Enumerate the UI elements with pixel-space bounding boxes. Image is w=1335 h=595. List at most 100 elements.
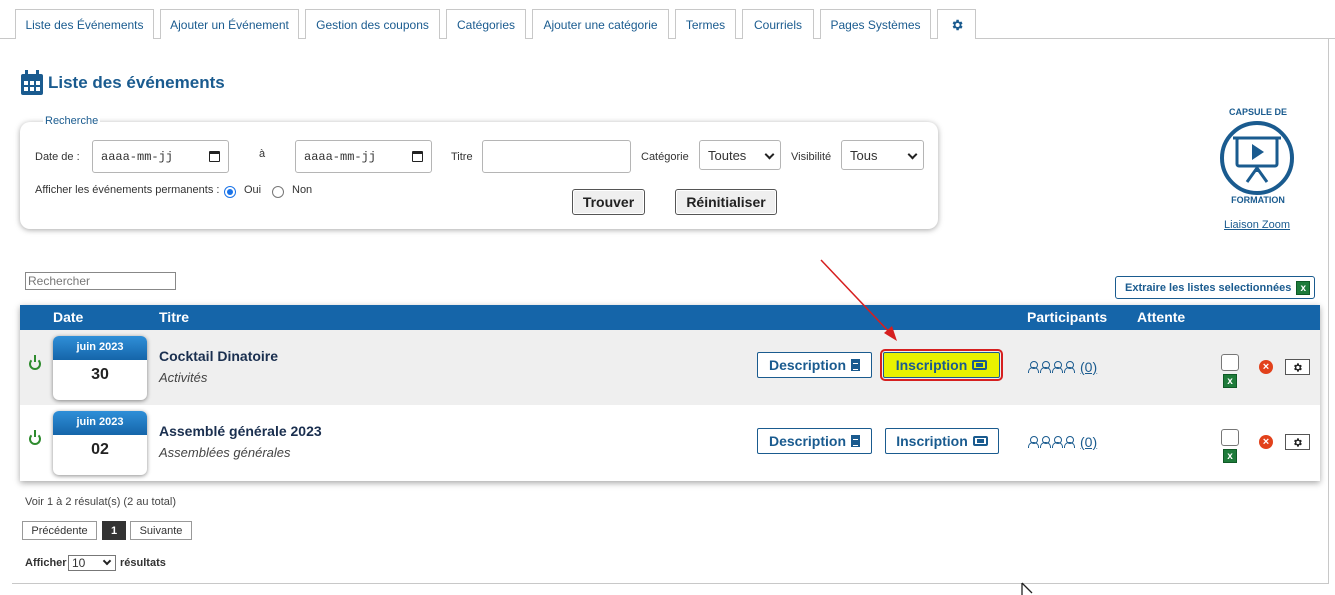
description-button[interactable]: Description xyxy=(757,352,872,378)
chevron-down-icon xyxy=(764,149,775,160)
show-label: Afficher xyxy=(25,557,67,569)
power-icon[interactable] xyxy=(29,355,41,370)
chevron-down-icon xyxy=(102,556,112,566)
excel-icon: x xyxy=(1296,280,1311,295)
gear-icon xyxy=(1294,437,1302,447)
date-badge: juin 2023 30 xyxy=(53,336,147,400)
settings-button[interactable] xyxy=(1285,359,1310,375)
top-tab-bar: Liste des Événements Ajouter un Événemen… xyxy=(0,0,1335,39)
delete-icon[interactable]: × xyxy=(1259,435,1273,449)
date-to-input[interactable]: aaaa-mm-jj xyxy=(295,140,432,173)
document-icon xyxy=(851,435,860,447)
select-checkbox[interactable] xyxy=(1221,354,1239,371)
calendar-picker-icon[interactable] xyxy=(209,151,220,162)
tab-add-event[interactable]: Ajouter un Événement xyxy=(160,9,299,39)
header-date: Date xyxy=(53,309,84,325)
reset-button[interactable]: Réinitialiser xyxy=(675,189,777,215)
tab-add-category[interactable]: Ajouter une catégorie xyxy=(532,9,669,39)
document-icon xyxy=(851,359,860,371)
person-icon xyxy=(1052,436,1063,448)
date-month: juin 2023 xyxy=(53,411,147,435)
permanent-label: Afficher les événements permanents : xyxy=(35,184,220,196)
calendar-icon xyxy=(21,70,43,95)
training-logo-icon xyxy=(1220,121,1294,195)
date-day: 30 xyxy=(91,366,109,383)
list-search-input[interactable]: Rechercher xyxy=(25,272,176,290)
table-header: Date Titre Participants Attente xyxy=(20,305,1320,330)
inscription-button[interactable]: Inscription xyxy=(880,349,1003,381)
permanent-no-label: Non xyxy=(292,184,313,196)
power-icon[interactable] xyxy=(29,430,41,445)
tab-coupons[interactable]: Gestion des coupons xyxy=(305,9,440,39)
tab-terms[interactable]: Termes xyxy=(675,9,736,39)
person-icon xyxy=(1040,361,1051,373)
results-info: Voir 1 à 2 résulat(s) (2 au total) xyxy=(25,496,177,508)
person-icon xyxy=(1064,436,1075,448)
tab-categories[interactable]: Catégories xyxy=(446,9,526,39)
gear-icon xyxy=(952,19,963,30)
table-row: juin 2023 02 Assemblé générale 2023 Asse… xyxy=(20,405,1320,480)
next-page-button[interactable]: Suivante xyxy=(130,521,192,540)
ticket-icon xyxy=(972,436,988,446)
settings-button[interactable] xyxy=(1285,434,1310,450)
person-icon xyxy=(1064,361,1075,373)
page-title-text: Liste des événements xyxy=(48,73,225,92)
tab-emails[interactable]: Courriels xyxy=(742,9,814,39)
show-suffix: résultats xyxy=(120,557,166,569)
person-icon xyxy=(1028,361,1039,373)
prev-page-button[interactable]: Précédente xyxy=(22,521,97,540)
header-title: Titre xyxy=(159,309,190,325)
tab-event-list[interactable]: Liste des Événements xyxy=(15,9,154,39)
calendar-picker-icon[interactable] xyxy=(412,151,423,162)
excel-icon[interactable]: x xyxy=(1223,374,1237,388)
page-size-select[interactable]: 10 xyxy=(68,555,116,571)
category-label: Catégorie xyxy=(641,151,689,163)
search-legend: Recherche xyxy=(43,115,101,127)
visibility-label: Visibilité xyxy=(791,151,832,163)
zoom-link[interactable]: Liaison Zoom xyxy=(1224,219,1290,231)
header-waiting: Attente xyxy=(1137,309,1186,325)
chevron-down-icon xyxy=(907,149,918,160)
select-checkbox[interactable] xyxy=(1221,429,1239,446)
participants-link[interactable]: (0) xyxy=(1028,434,1097,450)
inscription-button[interactable]: Inscription xyxy=(885,428,999,454)
person-icon xyxy=(1028,436,1039,448)
description-button[interactable]: Description xyxy=(757,428,872,454)
visibility-select[interactable]: Tous xyxy=(841,140,924,170)
person-icon xyxy=(1040,436,1051,448)
date-month: juin 2023 xyxy=(53,336,147,360)
find-button[interactable]: Trouver xyxy=(572,189,645,215)
event-category: Activités xyxy=(159,370,208,385)
permanent-yes-label: Oui xyxy=(244,184,262,196)
person-icon xyxy=(1052,361,1063,373)
export-lists-button[interactable]: Extraire les listes selectionnées x xyxy=(1115,276,1315,299)
event-category: Assemblées générales xyxy=(159,445,291,460)
event-title[interactable]: Cocktail Dinatoire xyxy=(159,348,278,364)
participants-link[interactable]: (0) xyxy=(1028,359,1097,375)
ticket-icon xyxy=(972,360,988,370)
tab-settings[interactable] xyxy=(937,9,976,39)
search-panel: Recherche Date de : aaaa-mm-jj à aaaa-mm… xyxy=(20,115,938,229)
table-row: juin 2023 30 Cocktail Dinatoire Activité… xyxy=(20,330,1320,405)
events-table: Date Titre Participants Attente juin 202… xyxy=(20,305,1320,481)
title-label: Titre xyxy=(451,151,473,163)
page-title: Liste des événements xyxy=(20,70,225,96)
current-page-button[interactable]: 1 xyxy=(102,521,126,540)
logo-top-text: CAPSULE DE xyxy=(1228,107,1287,117)
gear-icon xyxy=(1294,362,1302,372)
excel-icon[interactable]: x xyxy=(1223,449,1237,463)
tab-system-pages[interactable]: Pages Systèmes xyxy=(820,9,931,39)
event-title[interactable]: Assemblé générale 2023 xyxy=(159,423,322,439)
date-day: 02 xyxy=(91,441,109,458)
date-from-label: Date de : xyxy=(35,151,80,163)
date-badge: juin 2023 02 xyxy=(53,411,147,475)
header-participants: Participants xyxy=(1027,309,1108,325)
permanent-yes-radio[interactable] xyxy=(224,186,236,198)
title-input[interactable] xyxy=(482,140,631,173)
category-select[interactable]: Toutes xyxy=(699,140,781,170)
logo-bottom-text: FORMATION xyxy=(1231,195,1285,205)
permanent-no-radio[interactable] xyxy=(272,186,284,198)
delete-icon[interactable]: × xyxy=(1259,360,1273,374)
date-from-input[interactable]: aaaa-mm-jj xyxy=(92,140,229,173)
date-to-label: à xyxy=(259,148,266,160)
